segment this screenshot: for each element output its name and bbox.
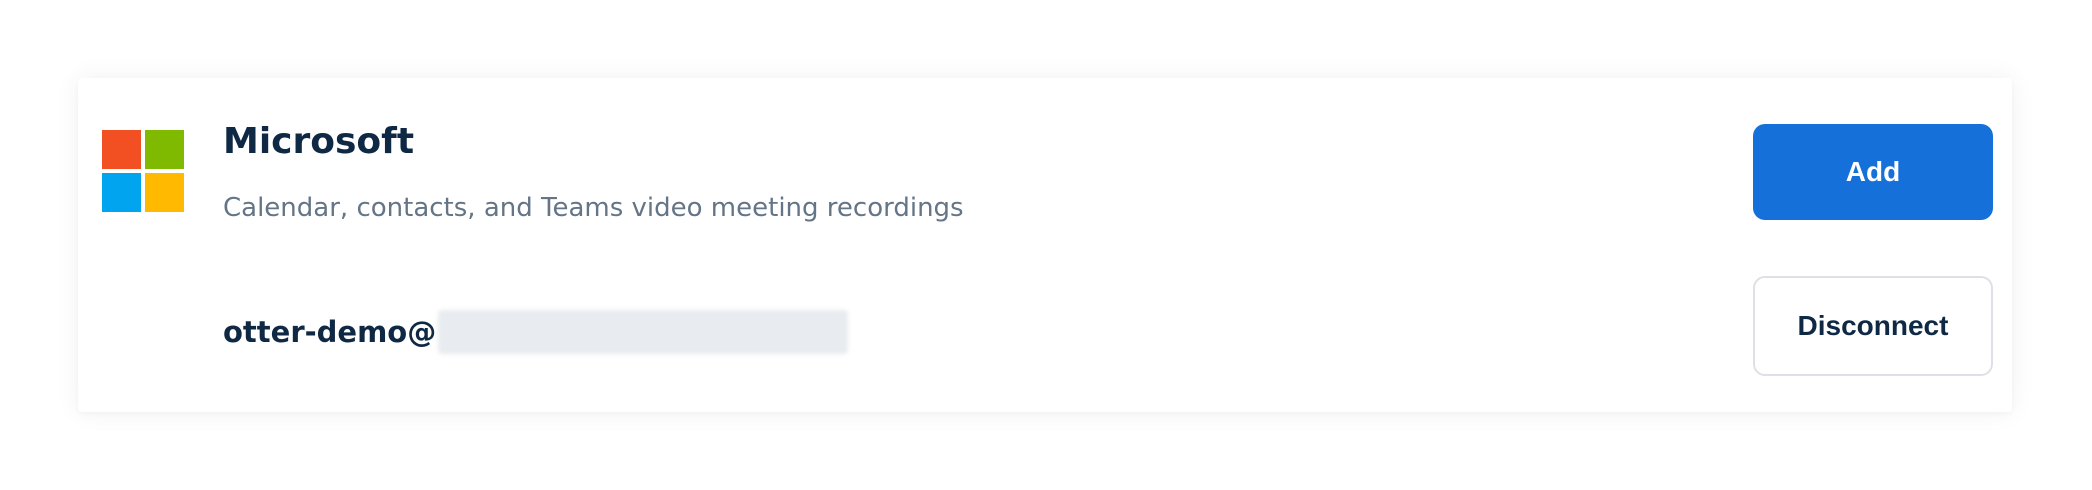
connected-account: otter-demo@: [223, 310, 849, 354]
disconnect-button[interactable]: Disconnect: [1753, 276, 1993, 376]
microsoft-logo-icon: [102, 130, 184, 212]
logo-square-yellow: [145, 173, 184, 212]
logo-square-green: [145, 130, 184, 169]
logo-square-red: [102, 130, 141, 169]
add-button[interactable]: Add: [1753, 124, 1993, 220]
logo-square-blue: [102, 173, 141, 212]
integration-title: Microsoft: [223, 121, 415, 162]
account-email: otter-demo@: [223, 315, 437, 349]
integration-description: Calendar, contacts, and Teams video meet…: [223, 193, 964, 223]
redacted-email-domain: [438, 310, 849, 354]
integration-card: Microsoft Calendar, contacts, and Teams …: [78, 78, 2012, 412]
